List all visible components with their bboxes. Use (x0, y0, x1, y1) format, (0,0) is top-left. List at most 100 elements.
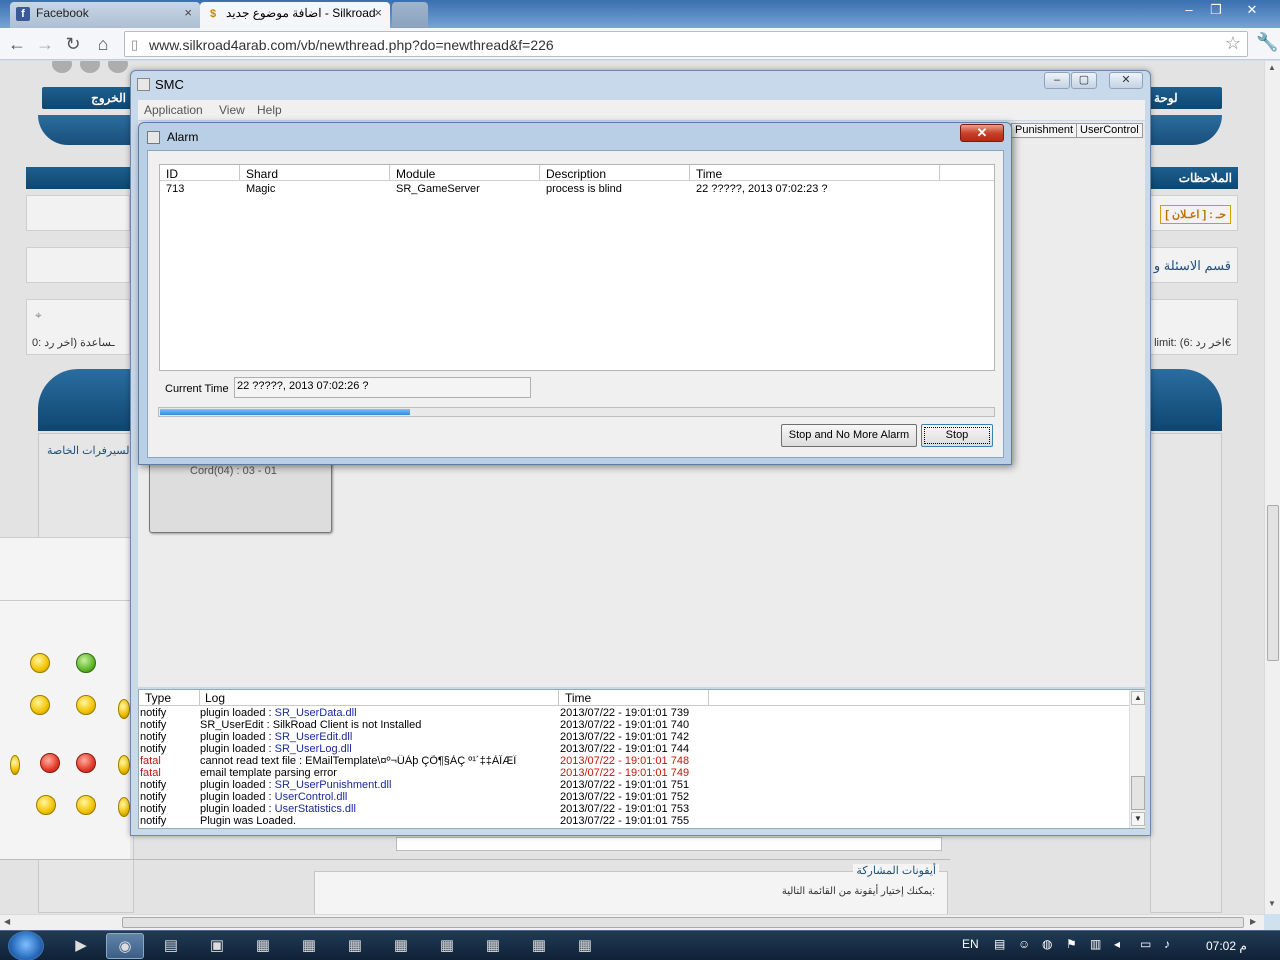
smiley-icon[interactable] (76, 695, 96, 715)
window-app-icon[interactable]: ▦ (428, 933, 466, 959)
maximize-icon[interactable]: ▢ (1071, 72, 1097, 89)
language-indicator[interactable]: EN (962, 937, 979, 951)
wrench-icon[interactable]: 🔧 (1256, 32, 1278, 53)
scroll-up-icon[interactable]: ▲ (1131, 691, 1145, 705)
forum-nav-bar-right[interactable]: لوحة (1148, 87, 1222, 109)
address-bar[interactable]: ▯ www.silkroad4arab.com/vb/newthread.php… (124, 31, 1248, 57)
bookmark-star-icon[interactable]: ☆ (1225, 33, 1241, 54)
scroll-thumb-horizontal[interactable] (122, 917, 1244, 928)
close-icon[interactable]: × (374, 2, 382, 24)
smiley-icon[interactable] (118, 755, 130, 775)
page-vertical-scrollbar[interactable]: ▲ ▼ (1264, 61, 1280, 914)
page-horizontal-scrollbar[interactable]: ◀ ▶ (0, 914, 1264, 930)
tab-silkroad[interactable]: $ اضافة موضوع جديد - Silkroad × (200, 2, 390, 28)
scroll-thumb[interactable] (1267, 505, 1279, 661)
smiley-tray-icon[interactable]: ☺ (1018, 937, 1030, 951)
smiley-icon[interactable] (118, 699, 130, 719)
message-textarea-bottom[interactable] (396, 837, 942, 851)
restore-icon[interactable]: ❐ (1203, 0, 1229, 20)
log-scrollbar[interactable]: ▲ ▼ (1129, 690, 1145, 828)
scroll-thumb[interactable] (1131, 776, 1145, 810)
smiley-icon[interactable] (10, 755, 20, 775)
logout-link[interactable]: الخروج (91, 91, 126, 105)
col-shard[interactable]: Shard (246, 167, 278, 181)
scroll-right-icon[interactable]: ▶ (1250, 917, 1256, 926)
back-icon[interactable]: ← (6, 33, 28, 55)
log-row[interactable]: notify plugin loaded : SR_UserData.dll 201… (139, 707, 1129, 719)
private-servers-link[interactable]: السيرفرات الخاصة (47, 444, 133, 457)
log-col-log[interactable]: Log (205, 691, 225, 705)
log-row[interactable]: notify plugin loaded : SR_UserLog.dll 2013… (139, 743, 1129, 755)
smiley-icon[interactable] (76, 753, 96, 773)
home-icon[interactable]: ⌂ (92, 33, 114, 55)
tab-punishment[interactable]: Punishment (1011, 123, 1078, 138)
minimize-icon[interactable]: – (1176, 0, 1202, 20)
close-icon[interactable]: ✕ (1109, 72, 1143, 89)
window-app-icon[interactable]: ▦ (520, 933, 558, 959)
log-col-type[interactable]: Type (145, 691, 171, 705)
scroll-down-icon[interactable]: ▼ (1268, 899, 1276, 908)
menu-help[interactable]: Help (257, 103, 282, 117)
log-row[interactable]: notify plugin loaded : SR_UserPunishment.… (139, 779, 1129, 791)
window-app-icon[interactable]: ▦ (382, 933, 420, 959)
smiley-icon[interactable] (118, 797, 130, 817)
folder-tray-icon[interactable]: ▤ (994, 937, 1005, 951)
window-app-icon[interactable]: ▦ (290, 933, 328, 959)
minimize-icon[interactable]: – (1044, 72, 1070, 89)
alarm-row[interactable]: 713 Magic SR_GameServer process is blind… (160, 182, 994, 196)
control-panel-link[interactable]: لوحة (1154, 91, 1178, 105)
chrome-icon[interactable]: ◉ (106, 933, 144, 959)
volume-icon[interactable]: ♪ (1164, 937, 1170, 951)
console-icon[interactable]: ▣ (198, 933, 236, 959)
window-app-icon[interactable]: ▦ (566, 933, 604, 959)
globe-tray-icon[interactable]: ◍ (1042, 937, 1052, 951)
close-icon[interactable]: ✕ (960, 124, 1004, 142)
log-col-time[interactable]: Time (565, 691, 591, 705)
col-description[interactable]: Description (546, 167, 606, 181)
explorer-folder-icon[interactable]: ▤ (152, 933, 190, 959)
log-row[interactable]: notify plugin loaded : SR_UserEdit.dll 201… (139, 731, 1129, 743)
reload-icon[interactable]: ↻ (62, 33, 84, 55)
start-button[interactable] (8, 931, 44, 960)
new-tab-button[interactable] (392, 2, 428, 28)
tab-usercontrol[interactable]: UserControl (1076, 123, 1143, 138)
window-app-icon[interactable]: ▦ (244, 933, 282, 959)
network-tray-icon[interactable]: ▥ (1090, 937, 1101, 951)
smiley-icon[interactable] (40, 753, 60, 773)
log-row[interactable]: fatal email template parsing error 2013/07… (139, 767, 1129, 779)
smiley-icon[interactable] (76, 795, 96, 815)
log-row[interactable]: notify plugin loaded : UserStatistics.dll… (139, 803, 1129, 815)
close-window-icon[interactable]: ✕ (1230, 0, 1274, 20)
section-title[interactable]: قسم الاسئلة و (1154, 258, 1231, 274)
url-text[interactable]: www.silkroad4arab.com/vb/newthread.php?d… (149, 37, 554, 53)
col-id[interactable]: ID (166, 167, 178, 181)
speaker-tray-icon[interactable]: ◂ (1114, 937, 1120, 951)
log-row[interactable]: notify Plugin was Loaded. 2013/07/22 - 19:… (139, 815, 1129, 827)
col-module[interactable]: Module (396, 167, 435, 181)
stop-button[interactable]: Stop (921, 424, 993, 447)
log-row[interactable]: notify plugin loaded : UserControl.dll 201… (139, 791, 1129, 803)
flag-tray-icon[interactable]: ⚑ (1066, 937, 1077, 951)
close-icon[interactable]: × (184, 2, 192, 24)
scroll-left-icon[interactable]: ◀ (4, 917, 10, 926)
media-player-icon[interactable]: ▶ (62, 933, 100, 959)
forward-icon[interactable]: → (34, 33, 56, 55)
clock[interactable]: 07:02 م (1206, 939, 1247, 953)
smiley-icon[interactable] (76, 653, 96, 673)
forum-nav-bar-left[interactable]: الخروج (42, 87, 132, 109)
col-time[interactable]: Time (696, 167, 722, 181)
scroll-down-icon[interactable]: ▼ (1131, 812, 1145, 826)
window-app-icon[interactable]: ▦ (336, 933, 374, 959)
server-node-box[interactable]: Cord(04) : 03 - 01 (149, 460, 332, 533)
log-row[interactable]: notify SR_UserEdit : SilkRoad Client is n… (139, 719, 1129, 731)
smiley-icon[interactable] (36, 795, 56, 815)
menu-application[interactable]: Application (144, 103, 203, 117)
announcement-link[interactable]: [ اعـلان ] : حـ (1160, 205, 1231, 224)
smiley-icon[interactable] (30, 653, 50, 673)
menu-view[interactable]: View (219, 103, 245, 117)
display-tray-icon[interactable]: ▭ (1140, 937, 1151, 951)
log-row[interactable]: fatal cannot read text file : EMailTempla… (139, 755, 1129, 767)
window-app-icon[interactable]: ▦ (474, 933, 512, 959)
stop-and-no-more-alarm-button[interactable]: Stop and No More Alarm (781, 424, 917, 447)
smiley-icon[interactable] (30, 695, 50, 715)
